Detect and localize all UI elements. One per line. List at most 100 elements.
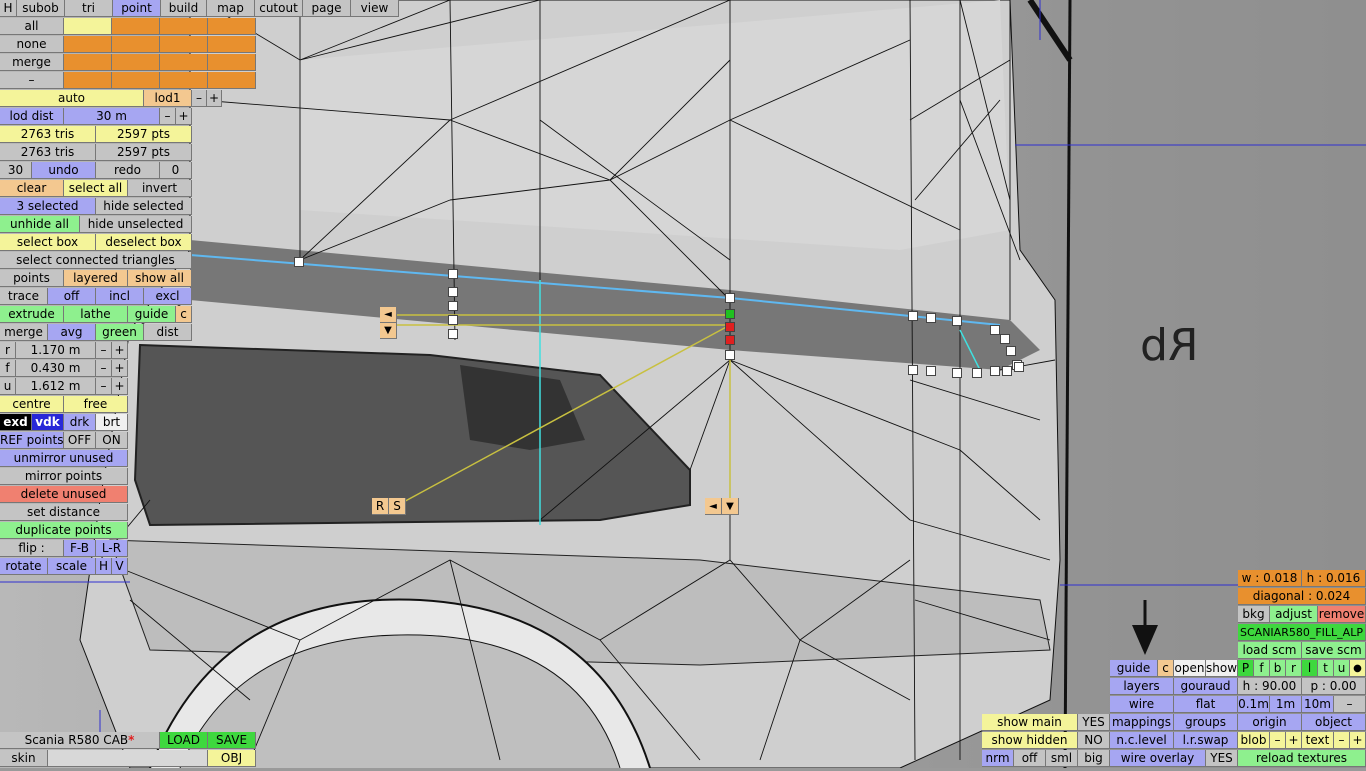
param-u-minus[interactable]: – (96, 378, 112, 395)
nc-level-button[interactable]: n.c.level (1110, 732, 1174, 749)
vertex-marker-selected-red[interactable] (725, 322, 735, 332)
invert-button[interactable]: invert (128, 180, 192, 197)
select-connected-button[interactable]: select connected triangles (0, 252, 192, 269)
show-hidden-toggle[interactable]: NO (1078, 732, 1110, 749)
origin-button[interactable]: origin (1238, 714, 1302, 731)
unmirror-unused-button[interactable]: unmirror unused (0, 450, 128, 467)
vertex-marker[interactable] (725, 293, 735, 303)
guide-panel-button[interactable]: guide (1110, 660, 1158, 677)
step-minus-button[interactable]: – (1334, 696, 1366, 713)
obj-button[interactable]: OBJ (208, 750, 256, 767)
param-f-value[interactable]: 0.430 m (16, 360, 96, 377)
model-name[interactable]: Scania R580 CAB* (0, 732, 160, 749)
bkg-button[interactable]: bkg (1238, 606, 1270, 623)
h-button[interactable]: H (0, 0, 17, 17)
vertex-marker[interactable] (972, 368, 982, 378)
adjust-button[interactable]: adjust (1270, 606, 1318, 623)
vertex-marker[interactable] (1014, 362, 1024, 372)
exd-button[interactable]: exd (0, 414, 32, 431)
minus-mode[interactable]: – (0, 72, 64, 89)
gouraud-button[interactable]: gouraud (1174, 678, 1238, 695)
ref-off-button[interactable]: OFF (64, 432, 96, 449)
drk-button[interactable]: drk (64, 414, 96, 431)
view-p-button[interactable]: P (1238, 660, 1254, 677)
hide-selected-button[interactable]: hide selected (96, 198, 192, 215)
color-swatch[interactable] (112, 72, 160, 89)
param-r-value[interactable]: 1.170 m (16, 342, 96, 359)
merge-dist-button[interactable]: dist (144, 324, 192, 341)
lod-dist-value[interactable]: 30 m (64, 108, 160, 125)
mirror-points-button[interactable]: mirror points (0, 468, 128, 485)
blob-minus-button[interactable]: – (1270, 732, 1286, 749)
deselect-box-button[interactable]: deselect box (96, 234, 192, 251)
vertex-marker-selected-green[interactable] (725, 309, 735, 319)
vertex-marker[interactable] (952, 368, 962, 378)
lathe-button[interactable]: lathe (64, 306, 128, 323)
vertex-marker[interactable] (990, 366, 1000, 376)
arrow-left-handle[interactable]: ◄ (705, 498, 722, 515)
v-axis-button[interactable]: V (112, 558, 128, 575)
wire-button[interactable]: wire (1110, 696, 1174, 713)
vertex-marker[interactable] (1006, 346, 1016, 356)
rotate-button[interactable]: rotate (0, 558, 48, 575)
lod1-button[interactable]: lod1 (144, 90, 192, 107)
trace-incl-button[interactable]: incl (96, 288, 144, 305)
vertex-marker[interactable] (908, 311, 918, 321)
vertex-marker[interactable] (908, 365, 918, 375)
color-swatch[interactable] (160, 36, 208, 53)
merge-avg-button[interactable]: avg (48, 324, 96, 341)
load-button[interactable]: LOAD (160, 732, 208, 749)
tab-point[interactable]: point (113, 0, 161, 17)
step-10m-button[interactable]: 10m (1302, 696, 1334, 713)
r-handle-button[interactable]: R (372, 498, 389, 515)
tab-cutout[interactable]: cutout (255, 0, 303, 17)
arrow-down-handle[interactable]: ▼ (722, 498, 739, 515)
step-01m-button[interactable]: 0.1m (1238, 696, 1270, 713)
color-swatch[interactable] (208, 18, 256, 35)
color-swatch[interactable] (112, 18, 160, 35)
skin-field[interactable] (48, 750, 208, 767)
flat-button[interactable]: flat (1174, 696, 1238, 713)
param-r-plus[interactable]: + (112, 342, 128, 359)
vertex-marker[interactable] (1002, 366, 1012, 376)
hide-unselected-button[interactable]: hide unselected (80, 216, 192, 233)
color-swatch[interactable] (64, 72, 112, 89)
color-swatch[interactable] (64, 36, 112, 53)
select-all-button[interactable]: select all (64, 180, 128, 197)
vertex-marker[interactable] (990, 325, 1000, 335)
flip-fb-button[interactable]: F-B (64, 540, 96, 557)
vertex-marker[interactable] (1000, 334, 1010, 344)
size-off-button[interactable]: off (1014, 750, 1046, 767)
step-1m-button[interactable]: 1m (1270, 696, 1302, 713)
view-r-button[interactable]: r (1286, 660, 1302, 677)
tab-build[interactable]: build (161, 0, 207, 17)
object-button[interactable]: object (1302, 714, 1366, 731)
mappings-button[interactable]: mappings (1110, 714, 1174, 731)
tab-map[interactable]: map (207, 0, 255, 17)
vertex-marker[interactable] (448, 315, 458, 325)
vertex-marker[interactable] (926, 366, 936, 376)
guide-c-button[interactable]: c (176, 306, 192, 323)
undo-button[interactable]: undo (32, 162, 96, 179)
wire-overlay-toggle[interactable]: YES (1206, 750, 1238, 767)
param-r-minus[interactable]: – (96, 342, 112, 359)
blob-plus-button[interactable]: + (1286, 732, 1302, 749)
color-swatch[interactable] (160, 18, 208, 35)
duplicate-points-button[interactable]: duplicate points (0, 522, 128, 539)
vertex-marker[interactable] (294, 257, 304, 267)
tab-view[interactable]: view (351, 0, 399, 17)
show-all-toggle[interactable]: show all (128, 270, 192, 287)
guide-button[interactable]: guide (128, 306, 176, 323)
show-main-toggle[interactable]: YES (1078, 714, 1110, 731)
view-dot-button[interactable]: ● (1350, 660, 1366, 677)
h-axis-button[interactable]: H (96, 558, 112, 575)
centre-button[interactable]: centre (0, 396, 64, 413)
ref-on-button[interactable]: ON (96, 432, 128, 449)
view-u-button[interactable]: u (1334, 660, 1350, 677)
color-swatch[interactable] (64, 18, 112, 35)
trace-excl-button[interactable]: excl (144, 288, 192, 305)
guide-panel-c-button[interactable]: c (1158, 660, 1174, 677)
layered-toggle[interactable]: layered (64, 270, 128, 287)
select-box-button[interactable]: select box (0, 234, 96, 251)
arrow-down-handle[interactable]: ▼ (380, 323, 397, 339)
